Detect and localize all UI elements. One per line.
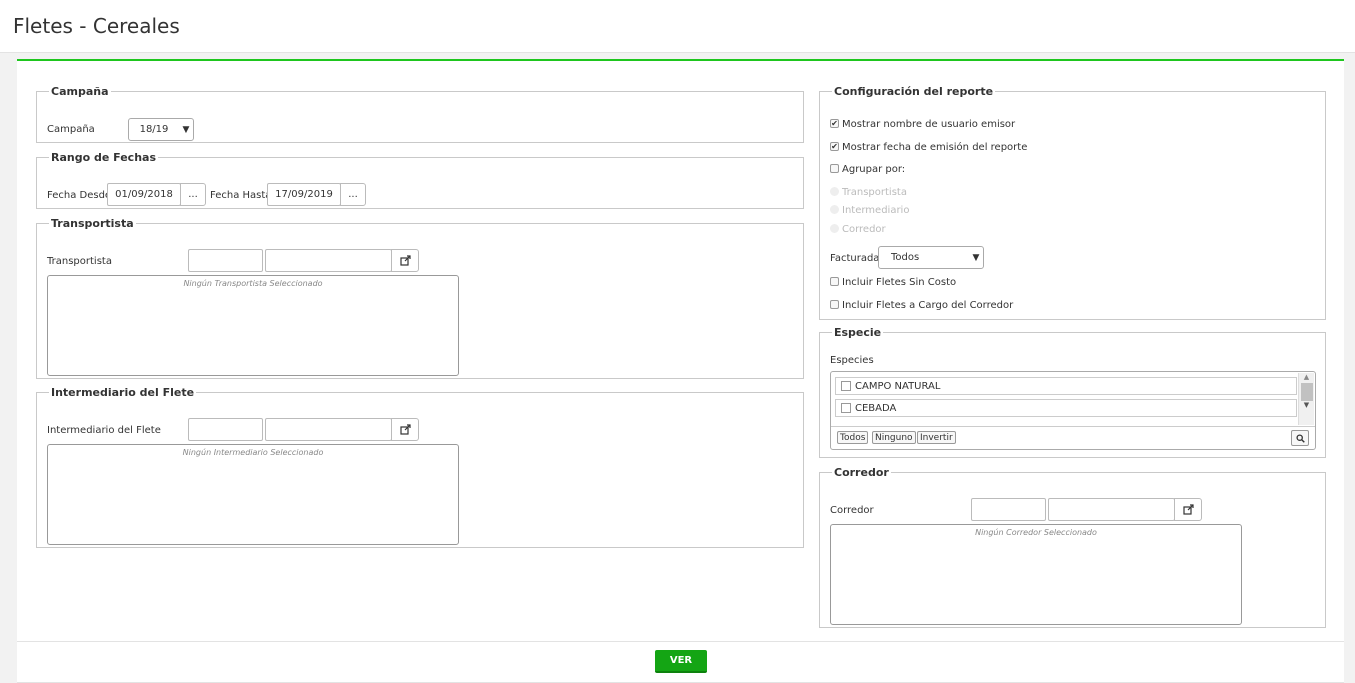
especies-label: Especies bbox=[830, 355, 874, 366]
especie-fieldset: Especie Especies CAMPO NATURAL CEBADA ▲ … bbox=[819, 326, 1326, 458]
agrupar-transportista-label: Transportista bbox=[842, 187, 907, 198]
cargo-corredor-checkbox[interactable] bbox=[830, 300, 839, 309]
transportista-empty-text: Ningún Transportista Seleccionado bbox=[183, 279, 323, 288]
rango-fechas-fieldset: Rango de Fechas Fecha Desde 01/09/2018 .… bbox=[36, 151, 804, 209]
intermediario-empty-text: Ningún Intermediario Seleccionado bbox=[182, 448, 324, 457]
config-legend: Configuración del reporte bbox=[834, 85, 994, 98]
campania-label: Campaña bbox=[47, 124, 95, 135]
campania-select[interactable]: 18/19 ▼ bbox=[128, 118, 194, 141]
corredor-empty-text: Ningún Corredor Seleccionado bbox=[975, 528, 1097, 537]
transportista-fieldset: Transportista Transportista Ningún Trans… bbox=[36, 217, 804, 379]
agrupar-label: Agrupar por: bbox=[842, 164, 906, 175]
agrupar-checkbox[interactable] bbox=[830, 164, 839, 173]
chevron-down-icon: ▼ bbox=[182, 124, 190, 135]
especies-multiselect[interactable]: CAMPO NATURAL CEBADA ▲ ▼ Todos Ninguno I… bbox=[830, 371, 1316, 450]
intermediario-listbox[interactable]: Ningún Intermediario Seleccionado bbox=[47, 444, 459, 545]
especies-scrollbar[interactable]: ▲ ▼ bbox=[1298, 373, 1314, 425]
mostrar-fecha-label: Mostrar fecha de emisión del reporte bbox=[842, 142, 1028, 153]
chevron-down-icon: ▼ bbox=[972, 252, 980, 263]
todos-button[interactable]: Todos bbox=[837, 431, 869, 444]
corredor-legend: Corredor bbox=[834, 466, 889, 479]
fecha-hasta-label: Fecha Hasta bbox=[210, 190, 272, 201]
fecha-hasta-picker-button[interactable]: ... bbox=[340, 183, 366, 206]
fecha-desde-input[interactable]: 01/09/2018 bbox=[107, 183, 181, 206]
corredor-code-input[interactable] bbox=[971, 498, 1046, 521]
transportista-listbox[interactable]: Ningún Transportista Seleccionado bbox=[47, 275, 459, 376]
agrupar-intermediario-label: Intermediario bbox=[842, 205, 910, 216]
config-fieldset: Configuración del reporte ✔ Mostrar nomb… bbox=[819, 85, 1326, 320]
transportista-code-input[interactable] bbox=[188, 249, 263, 272]
especie-legend: Especie bbox=[834, 326, 882, 339]
mostrar-usuario-label: Mostrar nombre de usuario emisor bbox=[842, 119, 1016, 130]
transportista-name-input[interactable] bbox=[265, 249, 392, 272]
campania-legend: Campaña bbox=[51, 85, 109, 98]
especies-toolbar: Todos Ninguno Invertir bbox=[831, 426, 1315, 450]
intermediario-name-input[interactable] bbox=[265, 418, 392, 441]
corredor-name-input[interactable] bbox=[1048, 498, 1175, 521]
scroll-up-icon[interactable]: ▲ bbox=[1299, 373, 1314, 381]
ver-button[interactable]: VER bbox=[655, 650, 707, 673]
intermediario-open-button[interactable] bbox=[391, 418, 419, 441]
external-link-icon bbox=[1182, 504, 1194, 515]
external-link-icon bbox=[399, 424, 411, 435]
corredor-label: Corredor bbox=[830, 505, 874, 516]
sin-costo-label: Incluir Fletes Sin Costo bbox=[842, 277, 957, 288]
especie-item-cebada[interactable]: CEBADA bbox=[835, 399, 1297, 417]
transportista-label: Transportista bbox=[47, 256, 112, 267]
intermediario-code-input[interactable] bbox=[188, 418, 263, 441]
campania-fieldset: Campaña Campaña 18/19 ▼ bbox=[36, 85, 804, 143]
especie-item-label: CEBADA bbox=[855, 402, 897, 414]
agrupar-corredor-label: Corredor bbox=[842, 224, 886, 235]
campania-select-value: 18/19 bbox=[139, 124, 169, 135]
page-title: Fletes - Cereales bbox=[13, 14, 180, 38]
mostrar-fecha-checkbox[interactable]: ✔ bbox=[830, 142, 839, 151]
footer-bar: VER bbox=[17, 641, 1344, 683]
especie-item-label: CAMPO NATURAL bbox=[855, 380, 941, 392]
sin-costo-checkbox[interactable] bbox=[830, 277, 839, 286]
facturada-select[interactable]: Todos ▼ bbox=[878, 246, 984, 269]
corredor-fieldset: Corredor Corredor Ningún Corredor Selecc… bbox=[819, 466, 1326, 628]
fecha-desde-label: Fecha Desde bbox=[47, 190, 112, 201]
invertir-button[interactable]: Invertir bbox=[917, 431, 956, 444]
rango-fechas-legend: Rango de Fechas bbox=[51, 151, 156, 164]
page-header: Fletes - Cereales bbox=[0, 0, 1355, 53]
ninguno-button[interactable]: Ninguno bbox=[872, 431, 916, 444]
search-button[interactable] bbox=[1291, 430, 1309, 446]
fecha-desde-picker-button[interactable]: ... bbox=[180, 183, 206, 206]
especie-item-campo-natural[interactable]: CAMPO NATURAL bbox=[835, 377, 1297, 395]
especie-checkbox[interactable] bbox=[841, 381, 851, 391]
external-link-icon bbox=[399, 255, 411, 266]
intermediario-legend: Intermediario del Flete bbox=[51, 386, 195, 399]
facturada-select-value: Todos bbox=[891, 252, 920, 263]
cargo-corredor-label: Incluir Fletes a Cargo del Corredor bbox=[842, 300, 1014, 311]
agrupar-corredor-radio[interactable] bbox=[830, 224, 839, 233]
scroll-down-icon[interactable]: ▼ bbox=[1299, 401, 1314, 409]
main-content: Campaña Campaña 18/19 ▼ Rango de Fechas … bbox=[17, 59, 1344, 641]
fecha-hasta-input[interactable]: 17/09/2019 bbox=[267, 183, 341, 206]
mostrar-usuario-checkbox[interactable]: ✔ bbox=[830, 119, 839, 128]
intermediario-fieldset: Intermediario del Flete Intermediario de… bbox=[36, 386, 804, 548]
intermediario-label: Intermediario del Flete bbox=[47, 425, 161, 436]
agrupar-transportista-radio[interactable] bbox=[830, 187, 839, 196]
search-icon bbox=[1295, 433, 1305, 443]
scroll-thumb[interactable] bbox=[1300, 383, 1313, 401]
corredor-open-button[interactable] bbox=[1174, 498, 1202, 521]
especie-checkbox[interactable] bbox=[841, 403, 851, 413]
transportista-legend: Transportista bbox=[51, 217, 134, 230]
corredor-listbox[interactable]: Ningún Corredor Seleccionado bbox=[830, 524, 1242, 625]
facturada-label: Facturada bbox=[830, 253, 880, 264]
agrupar-intermediario-radio[interactable] bbox=[830, 205, 839, 214]
transportista-open-button[interactable] bbox=[391, 249, 419, 272]
